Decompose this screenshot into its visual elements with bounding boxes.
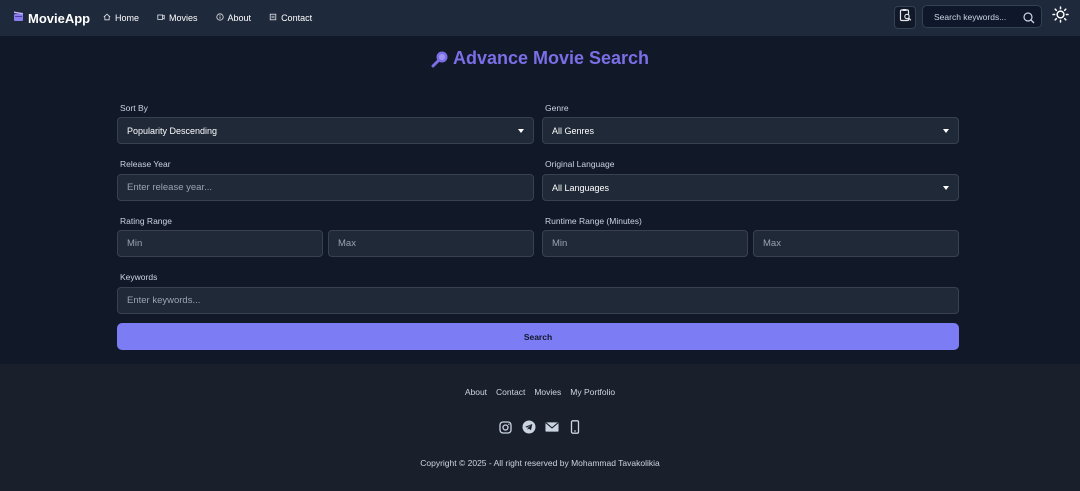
magnifier-icon: [431, 50, 449, 68]
release-year-input[interactable]: [127, 182, 533, 193]
sort-by-label: Sort By: [120, 103, 148, 113]
theme-toggle[interactable]: [1051, 6, 1069, 28]
nav-links: Home Movies About Contact: [103, 0, 312, 36]
instagram-icon[interactable]: [499, 420, 513, 434]
runtime-max-field: [753, 230, 959, 257]
runtime-max-input[interactable]: [763, 238, 958, 249]
email-icon[interactable]: [544, 420, 559, 434]
keywords-input[interactable]: [127, 295, 958, 306]
page-title: Advance Movie Search: [0, 48, 1080, 69]
footer-link-contact[interactable]: Contact: [496, 387, 525, 397]
nav-about[interactable]: About: [215, 13, 252, 23]
main-content: Advance Movie Search Sort By Popularity …: [0, 36, 1080, 364]
phone-icon[interactable]: [568, 420, 582, 434]
footer: About Contact Movies My Portfolio Copyri…: [0, 364, 1080, 491]
clapperboard-icon: [13, 9, 24, 27]
contact-icon: [269, 13, 277, 23]
footer-links: About Contact Movies My Portfolio: [0, 387, 1080, 397]
genre-label: Genre: [545, 103, 569, 113]
genre-select[interactable]: All Genres: [542, 117, 959, 144]
genre-value: All Genres: [552, 125, 595, 136]
search-button[interactable]: Search: [117, 323, 959, 350]
rating-min-input[interactable]: [127, 238, 322, 249]
nav-movies[interactable]: Movies: [157, 13, 198, 23]
footer-link-about[interactable]: About: [465, 387, 487, 397]
brand-logo[interactable]: MovieApp: [13, 9, 90, 27]
social-links: [0, 420, 1080, 434]
nav-search-input[interactable]: [923, 11, 1015, 22]
rating-min-field: [117, 230, 323, 257]
nav-contact[interactable]: Contact: [269, 13, 312, 23]
language-select[interactable]: All Languages: [542, 174, 959, 201]
nav-about-label: About: [227, 13, 252, 23]
nav-home[interactable]: Home: [103, 13, 139, 23]
page-title-text: Advance Movie Search: [452, 48, 650, 68]
runtime-min-field: [542, 230, 748, 257]
clipboard-search-icon: [899, 8, 912, 27]
caret-down-icon: [943, 186, 949, 190]
release-year-field: [117, 174, 534, 201]
sun-icon: [1051, 6, 1069, 28]
keywords-label: Keywords: [120, 272, 158, 282]
language-label: Original Language: [545, 159, 615, 169]
navbar: MovieApp Home Movies About Contact: [0, 0, 1080, 36]
nav-home-label: Home: [115, 13, 140, 23]
advanced-search-button[interactable]: [894, 6, 916, 29]
runtime-range-label: Runtime Range (Minutes): [545, 216, 642, 226]
copyright-text: Copyright © 2025 - All right reserved by…: [420, 458, 660, 468]
caret-down-icon: [943, 129, 949, 133]
release-year-label: Release Year: [120, 159, 171, 169]
rating-max-input[interactable]: [338, 238, 533, 249]
nav-movies-label: Movies: [169, 13, 198, 23]
nav-contact-label: Contact: [281, 13, 313, 23]
caret-down-icon: [518, 129, 524, 133]
telegram-icon[interactable]: [522, 420, 536, 434]
nav-search-box: [922, 5, 1042, 28]
sort-by-value: Popularity Descending: [127, 125, 218, 136]
runtime-min-input[interactable]: [552, 238, 747, 249]
home-icon: [103, 13, 111, 23]
info-icon: [215, 13, 224, 23]
film-icon: [157, 13, 165, 23]
rating-max-field: [328, 230, 534, 257]
sort-by-select[interactable]: Popularity Descending: [117, 117, 534, 144]
keywords-field: [117, 287, 959, 314]
rating-range-label: Rating Range: [120, 216, 172, 226]
brand-name: MovieApp: [28, 10, 91, 26]
language-value: All Languages: [552, 182, 610, 193]
footer-link-portfolio[interactable]: My Portfolio: [570, 387, 615, 397]
footer-link-movies[interactable]: Movies: [534, 387, 561, 397]
search-icon[interactable]: [1023, 11, 1035, 29]
